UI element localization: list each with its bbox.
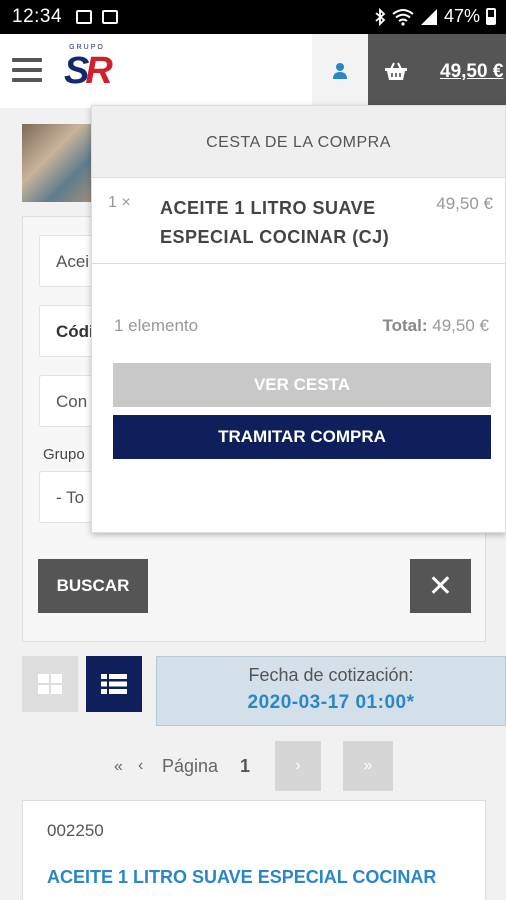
logo[interactable]: GRUPO SR [64,44,113,100]
close-icon: ✕ [427,569,454,603]
list-icon [101,674,127,694]
user-icon [333,63,347,79]
basket-icon [385,62,407,80]
signal-icon [420,8,437,25]
view-cart-button[interactable]: VER CESTA [113,363,491,407]
product-search-input[interactable]: Acei [39,235,99,287]
cart-total: Total: 49,50 € [382,316,489,335]
cart-item: 1 × ACEITE 1 LITRO SUAVE ESPECIAL COCINA… [92,178,505,264]
prev-page-link[interactable]: ‹ [138,757,143,775]
cart-item-count: 1 elemento [114,316,199,335]
quote-date-box: Fecha de cotización: 2020-03-17 01:00* [156,656,506,726]
concept-field[interactable]: Con [39,375,99,427]
menu-icon[interactable] [12,58,42,82]
search-button[interactable]: BUSCAR [38,559,148,613]
mail-icon [102,10,118,24]
battery-icon [486,8,496,25]
cart-total-link[interactable]: 49,50 € [424,34,506,108]
grupo-label: Grupo [43,446,85,463]
pagination: « ‹ Página 1 › » [0,740,506,792]
checkout-button[interactable]: TRAMITAR COMPRA [113,415,491,459]
quote-label: Fecha de cotización: [248,665,414,685]
cart-item-qty: 1 × [108,194,131,211]
product-code: 002250 [47,821,104,840]
code-field[interactable]: Códi [39,305,99,357]
cart-title: CESTA DE LA COMPRA [92,106,505,178]
banner-image [22,124,92,202]
first-page-link[interactable]: « [114,758,123,776]
cart-button[interactable] [368,34,424,108]
bluetooth-icon [375,7,386,26]
grid-icon [38,674,62,694]
last-page-button[interactable]: » [343,741,393,791]
cart-dropdown: CESTA DE LA COMPRA 1 × ACEITE 1 LITRO SU… [91,105,506,533]
cart-summary: 1 elemento Total: 49,50 € [92,264,505,360]
current-page: 1 [240,756,251,776]
grid-view-button[interactable] [22,656,78,712]
page-label: Página [162,756,219,776]
app-header: GRUPO SR 49,50 € [0,34,506,108]
status-bar: 12:34 47% [0,0,506,34]
cart-item-price: 49,50 € [436,194,493,213]
product-name-link[interactable]: ACEITE 1 LITRO SUAVE ESPECIAL COCINAR [47,867,436,888]
list-view-button[interactable] [86,656,142,712]
next-page-button[interactable]: › [275,741,321,791]
product-card: 002250 ACEITE 1 LITRO SUAVE ESPECIAL COC… [22,800,486,900]
wifi-icon [392,8,414,26]
grupo-select[interactable]: - To [39,471,99,523]
gallery-icon [76,10,92,24]
account-button[interactable] [312,34,368,108]
cart-item-name[interactable]: ACEITE 1 LITRO SUAVE ESPECIAL COCINAR (C… [160,194,420,252]
clear-filters-button[interactable]: ✕ [410,559,471,613]
battery-percent: 47% [443,6,480,26]
status-time: 12:34 [12,6,63,27]
quote-date: 2020-03-17 01:00* [247,692,415,713]
